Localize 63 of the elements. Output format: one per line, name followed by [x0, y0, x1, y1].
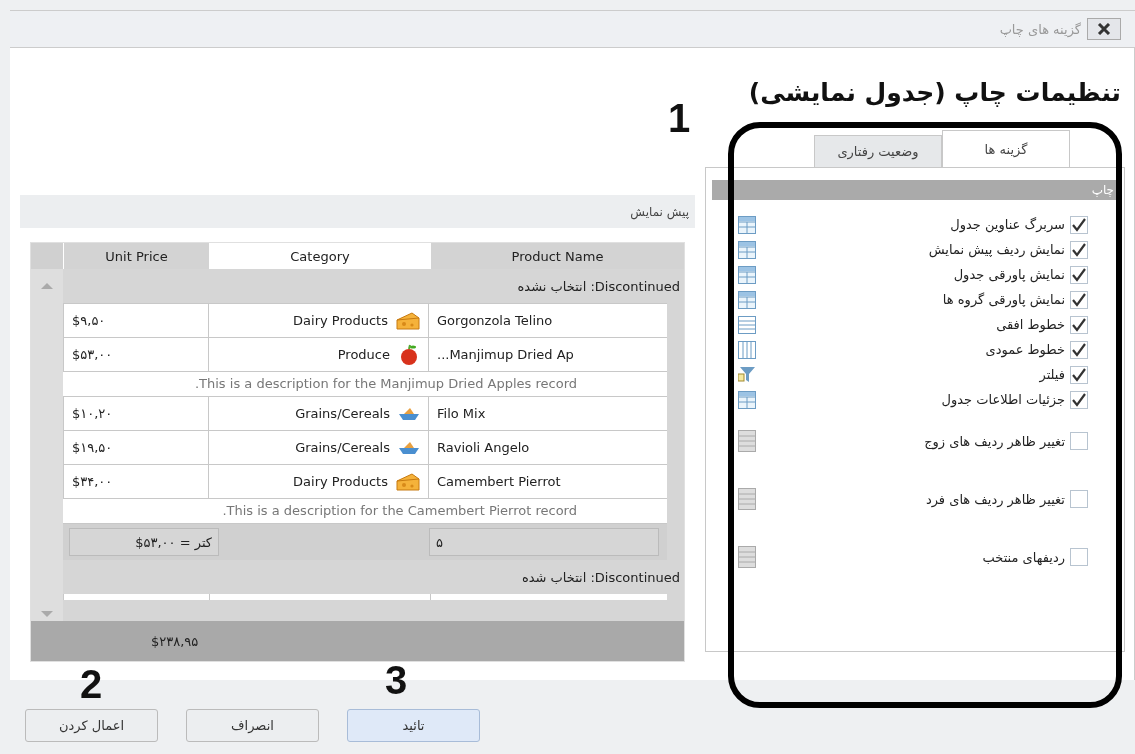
group-count: ۵ [429, 528, 659, 556]
cheese-icon [396, 310, 420, 331]
checkbox[interactable] [1070, 340, 1088, 359]
checkbox[interactable] [1070, 432, 1088, 450]
close-icon [1097, 23, 1111, 35]
option-label: نمایش پاورقی گروه ها [942, 292, 1065, 307]
table-cell: Grains/Cereals [295, 406, 390, 421]
option-label: خطوط افقی [996, 317, 1065, 332]
horizontal-lines-icon [738, 315, 756, 334]
record-description: This is a description for the Camembert Pierrot record. [222, 503, 577, 518]
table-icon [738, 215, 756, 234]
tab[interactable]: گزینه ها [942, 130, 1070, 167]
rows-icon [738, 546, 756, 568]
window-title: گزینه های چاپ [999, 21, 1081, 37]
table-icon [738, 265, 756, 284]
checkbox[interactable] [1070, 215, 1088, 234]
option-label: فیلتر [1039, 367, 1065, 382]
option-label: نمایش پاورقی جدول [953, 267, 1065, 282]
checkbox[interactable] [1070, 265, 1088, 284]
annotation-number: 2 [80, 664, 103, 704]
apple-icon [398, 343, 420, 366]
record-description: This is a description for the Manjimup Dried Apples record. [194, 376, 577, 391]
table-icon [738, 290, 756, 309]
table-icon [738, 390, 756, 409]
dialog-button[interactable]: انصراف [186, 708, 319, 742]
checkbox[interactable] [1070, 390, 1088, 409]
group-header: Discontinued: انتخاب نشده [516, 277, 681, 296]
group-summary: کتر = ۵۳,۰۰$ [69, 528, 219, 556]
total-value: $۲۳۸,۹۵ [151, 633, 199, 649]
table-cell: Dairy Products [293, 313, 388, 328]
option-label: سربرگ عناوین جدول [950, 217, 1065, 232]
checkbox[interactable] [1070, 315, 1088, 334]
checkbox[interactable] [1070, 548, 1088, 566]
dialog-button[interactable]: تائید [347, 708, 480, 742]
tab[interactable]: وضعیت رفتاری [814, 135, 942, 167]
table-icon [738, 240, 756, 259]
annotation-number: 1 [668, 98, 691, 138]
checkbox[interactable] [1070, 290, 1088, 309]
dialog-heading: تنظیمات چاپ (جدول نمایشی) [747, 78, 1122, 109]
table-cell: Grains/Cereals [295, 440, 390, 455]
group-header: Discontinued: انتخاب شده [520, 568, 681, 587]
filter-icon [738, 365, 756, 384]
rows-icon [738, 430, 756, 452]
checkbox[interactable] [1070, 490, 1088, 508]
checkbox[interactable] [1070, 365, 1088, 384]
close-button[interactable] [1087, 18, 1121, 40]
section-header: چاپ [712, 180, 1118, 200]
option-label: نمایش ردیف پیش نمایش [928, 242, 1065, 257]
vertical-lines-icon [738, 340, 756, 359]
checkbox[interactable] [1070, 240, 1088, 259]
dialog-button[interactable]: اعمال کردن [25, 708, 158, 742]
cheese-icon [396, 471, 420, 492]
option-label: ردیفهای منتخب [982, 549, 1065, 565]
option-label: تغییر ظاهر ردیف های فرد [925, 491, 1065, 507]
annotation-number: 3 [385, 660, 408, 700]
column-header[interactable]: Category [209, 243, 430, 269]
table-cell: Dairy Products [293, 474, 388, 489]
option-label: خطوط عمودی [985, 342, 1065, 357]
option-label: جزئیات اطلاعات جدول [941, 392, 1065, 407]
option-label: تغییر ظاهر ردیف های زوج [924, 433, 1065, 449]
rows-icon [738, 488, 756, 510]
table-cell: Produce [337, 347, 390, 362]
preview-header: پیش نمایش [20, 195, 695, 228]
